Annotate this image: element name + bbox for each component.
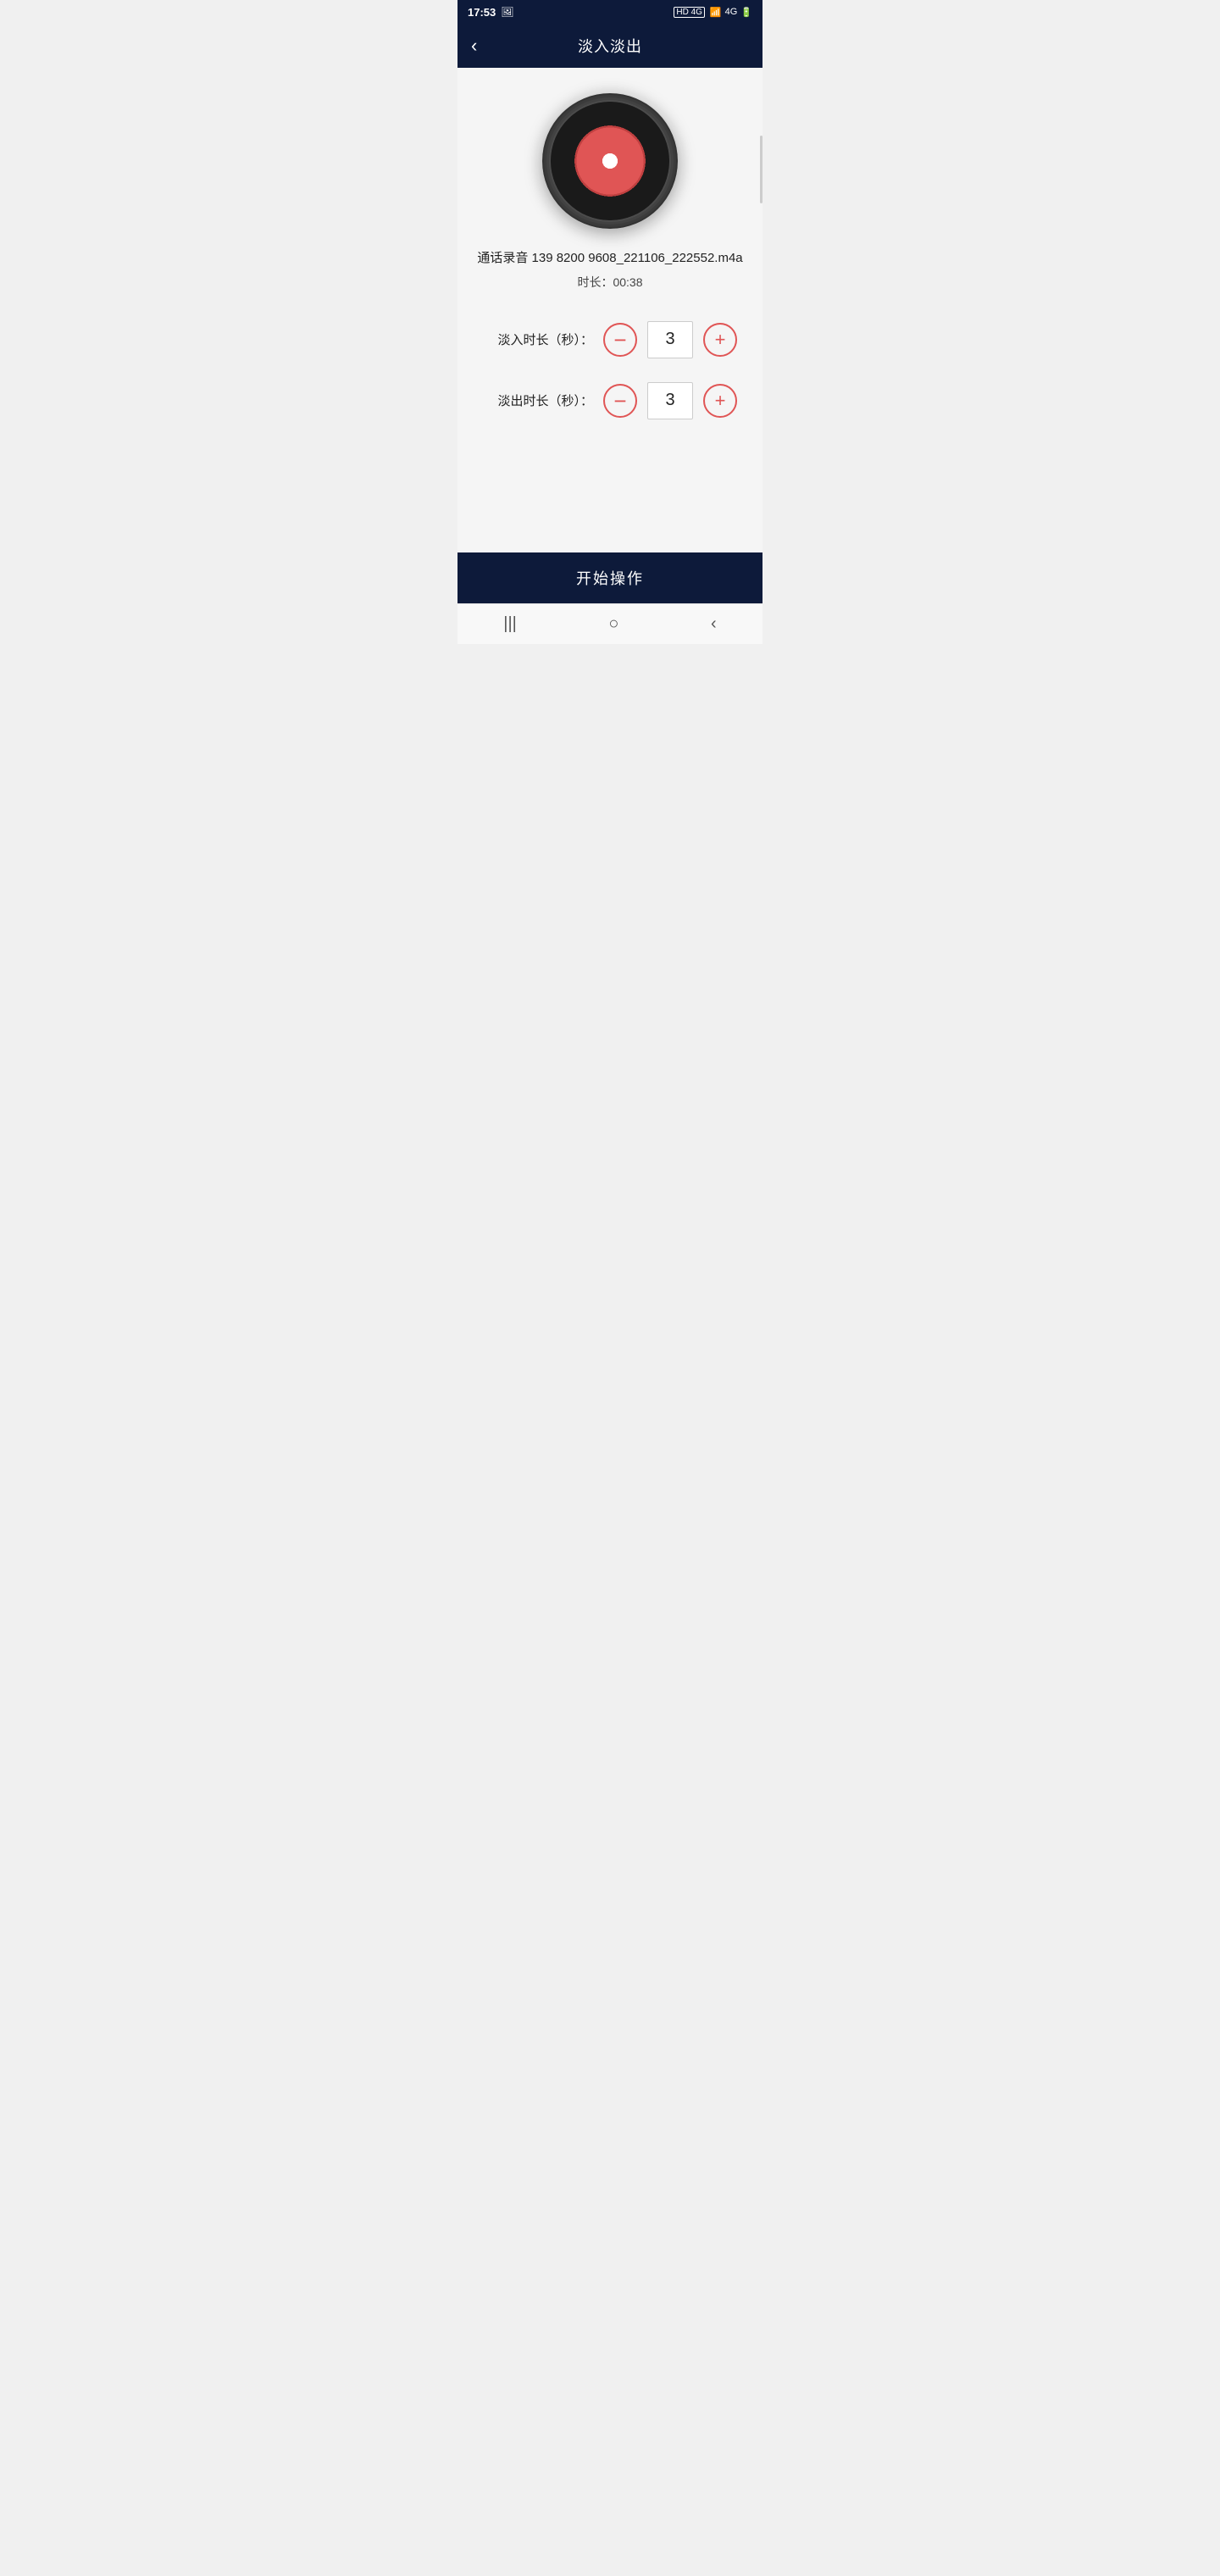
scroll-indicator [760,136,762,203]
status-right: HD 4G 📶 4G 🔋 [674,7,752,18]
fade-in-row: 淡入时长（秒）： − 3 + [483,321,737,358]
battery-icon: 🔋 [740,7,752,18]
status-time: 17:53 [468,6,496,19]
signal-icon: 4G [725,7,738,17]
file-duration: 时长：00:38 [577,274,642,291]
back-button[interactable]: ‹ [471,36,477,55]
status-left: 17:53 🖼 [468,6,513,19]
nav-bar: ||| ○ ‹ [458,603,762,644]
wifi-icon: 📶 [710,7,722,18]
status-photo-icon: 🖼 [501,6,513,18]
main-content: 通话录音 139 8200 9608_221106_222552.m4a 时长：… [458,68,762,552]
status-bar: 17:53 🖼 HD 4G 📶 4G 🔋 [458,0,762,24]
bottom-action-bar: 开始操作 [458,552,762,603]
vinyl-record [542,93,678,229]
controls-section: 淡入时长（秒）： − 3 + 淡出时长（秒）： − 3 + [474,321,746,443]
fade-out-row: 淡出时长（秒）： − 3 + [483,382,737,419]
nav-home-icon[interactable]: ○ [608,614,618,634]
fade-in-decrease-button[interactable]: − [603,323,637,357]
file-name: 通话录音 139 8200 9608_221106_222552.m4a [477,249,742,269]
fade-out-label: 淡出时长（秒）： [483,391,593,409]
fade-in-value[interactable]: 3 [647,321,693,358]
fade-in-label: 淡入时长（秒）： [483,330,593,348]
fade-out-decrease-button[interactable]: − [603,384,637,418]
hd-indicator: HD 4G [674,7,705,18]
fade-out-value[interactable]: 3 [647,382,693,419]
page-title: 淡入淡出 [578,35,642,57]
nav-back-icon[interactable]: ‹ [711,614,717,634]
app-header: ‹ 淡入淡出 [458,24,762,68]
fade-in-increase-button[interactable]: + [703,323,737,357]
vinyl-wrapper [542,93,678,229]
nav-menu-icon[interactable]: ||| [503,614,517,634]
fade-out-increase-button[interactable]: + [703,384,737,418]
start-button[interactable]: 开始操作 [576,567,644,589]
